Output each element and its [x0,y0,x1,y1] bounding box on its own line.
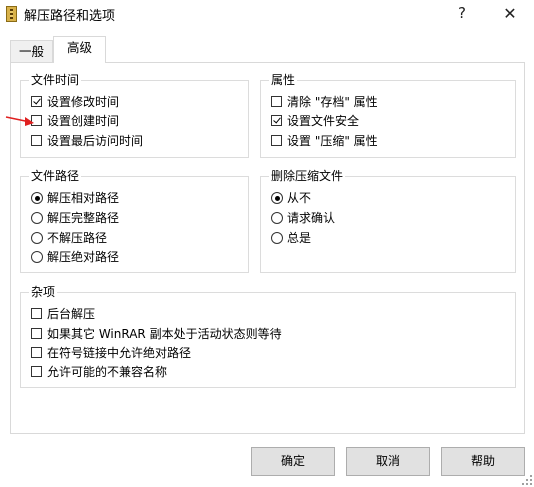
checkbox-label: 设置文件安全 [287,114,360,128]
radio-label: 总是 [287,231,312,245]
tab-advanced[interactable]: 高级 [53,36,106,63]
radio-circle[interactable] [271,232,283,244]
tab-general[interactable]: 一般 [10,40,53,62]
radio-circle[interactable] [31,251,43,263]
help-button[interactable]: 帮助 [441,447,525,476]
checkbox-box[interactable] [271,115,282,126]
checkbox-label: 清除 "存档" 属性 [287,95,378,109]
checkbox-box[interactable] [31,328,42,339]
group-title-file-path: 文件路径 [29,168,82,184]
resize-grip-icon[interactable] [521,474,533,486]
window-title: 解压路径和选项 [24,9,116,24]
radio-circle[interactable] [31,232,43,244]
group-title-attributes: 属性 [269,72,298,88]
winrar-archive-icon [6,6,17,22]
group-file-path: 文件路径 解压相对路径 解压完整路径 不解压路径 解压绝对路径 [20,168,249,273]
group-attributes: 属性 清除 "存档" 属性 设置文件安全 设置 "压缩" 属性 [260,72,516,158]
radio-circle[interactable] [31,212,43,224]
checkbox-label: 在符号链接中允许绝对路径 [47,346,192,360]
radio-circle[interactable] [271,212,283,224]
group-delete-archive: 删除压缩文件 从不 请求确认 总是 [260,168,516,273]
annotation-arrow-head [25,117,34,126]
help-question-icon[interactable]: ? [440,0,484,28]
radio-circle[interactable] [271,192,283,204]
group-file-time: 文件时间 设置修改时间 设置创建时间 设置最后访问时间 [20,72,249,158]
radio-circle[interactable] [31,192,43,204]
group-title-delete-archive: 删除压缩文件 [269,168,346,184]
radio-label: 解压相对路径 [47,191,120,205]
radio-label: 请求确认 [287,211,336,225]
checkbox-box[interactable] [271,96,282,107]
annotation-arrow [5,116,34,126]
checkbox-box[interactable] [31,135,42,146]
title-bar: 解压路径和选项 ? ✕ [0,0,534,28]
group-title-file-time: 文件时间 [29,72,82,88]
cancel-button[interactable]: 取消 [346,447,430,476]
checkbox-box[interactable] [31,366,42,377]
checkbox-label: 允许可能的不兼容名称 [47,365,168,379]
checkbox-label: 如果其它 WinRAR 副本处于活动状态则等待 [47,327,282,341]
group-misc: 杂项 后台解压 如果其它 WinRAR 副本处于活动状态则等待 在符号链接中允许… [20,284,516,388]
radio-label: 解压完整路径 [47,211,120,225]
checkbox-box[interactable] [31,347,42,358]
checkbox-box[interactable] [271,135,282,146]
checkbox-box[interactable] [31,308,42,319]
ok-button[interactable]: 确定 [251,447,335,476]
checkbox-label: 设置最后访问时间 [47,134,144,148]
checkbox-label: 设置 "压缩" 属性 [287,134,378,148]
radio-label: 从不 [287,191,312,205]
close-icon[interactable]: ✕ [488,0,532,28]
radio-label: 解压绝对路径 [47,250,120,264]
checkbox-label: 设置创建时间 [47,114,120,128]
group-title-misc: 杂项 [29,284,58,300]
checkbox-label: 设置修改时间 [47,95,120,109]
checkbox-label: 后台解压 [47,307,96,321]
radio-label: 不解压路径 [47,231,108,245]
checkbox-box[interactable] [31,96,42,107]
tab-panel-advanced: 文件时间 设置修改时间 设置创建时间 设置最后访问时间 属性 清除 "存档" 属… [10,62,525,434]
